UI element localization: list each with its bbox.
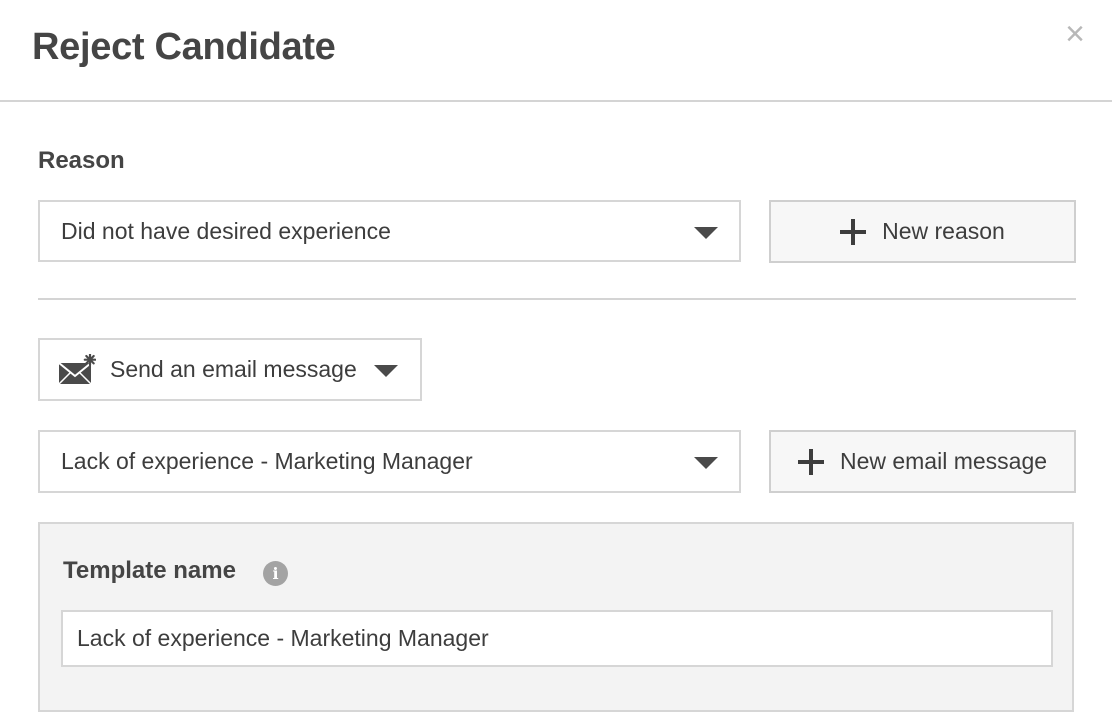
header-divider xyxy=(0,100,1112,102)
template-name-label: Template name xyxy=(63,557,236,584)
email-template-value: Lack of experience - Marketing Manager xyxy=(61,448,473,474)
plus-icon xyxy=(797,448,824,475)
email-action-dropdown[interactable]: Send an email message xyxy=(38,338,422,401)
reason-label: Reason xyxy=(38,147,125,174)
info-icon[interactable]: i xyxy=(263,561,288,586)
new-reason-button[interactable]: New reason xyxy=(769,200,1076,263)
new-email-message-button[interactable]: New email message xyxy=(769,430,1076,493)
new-reason-label: New reason xyxy=(882,218,1005,244)
new-email-message-label: New email message xyxy=(839,448,1048,474)
email-action-label: Send an email message xyxy=(110,356,357,382)
plus-icon xyxy=(840,218,867,245)
chevron-down-icon xyxy=(694,227,718,239)
dialog-title: Reject Candidate xyxy=(32,26,336,68)
close-icon[interactable]: × xyxy=(1060,17,1090,51)
reason-select[interactable]: Did not have desired experience xyxy=(38,200,741,262)
envelope-icon xyxy=(58,354,96,385)
chevron-down-icon xyxy=(694,457,718,469)
chevron-down-icon xyxy=(374,365,398,377)
section-divider xyxy=(38,298,1076,300)
email-template-select[interactable]: Lack of experience - Marketing Manager xyxy=(38,430,741,493)
reason-select-value: Did not have desired experience xyxy=(61,218,391,244)
template-name-input[interactable]: Lack of experience - Marketing Manager xyxy=(61,610,1053,667)
